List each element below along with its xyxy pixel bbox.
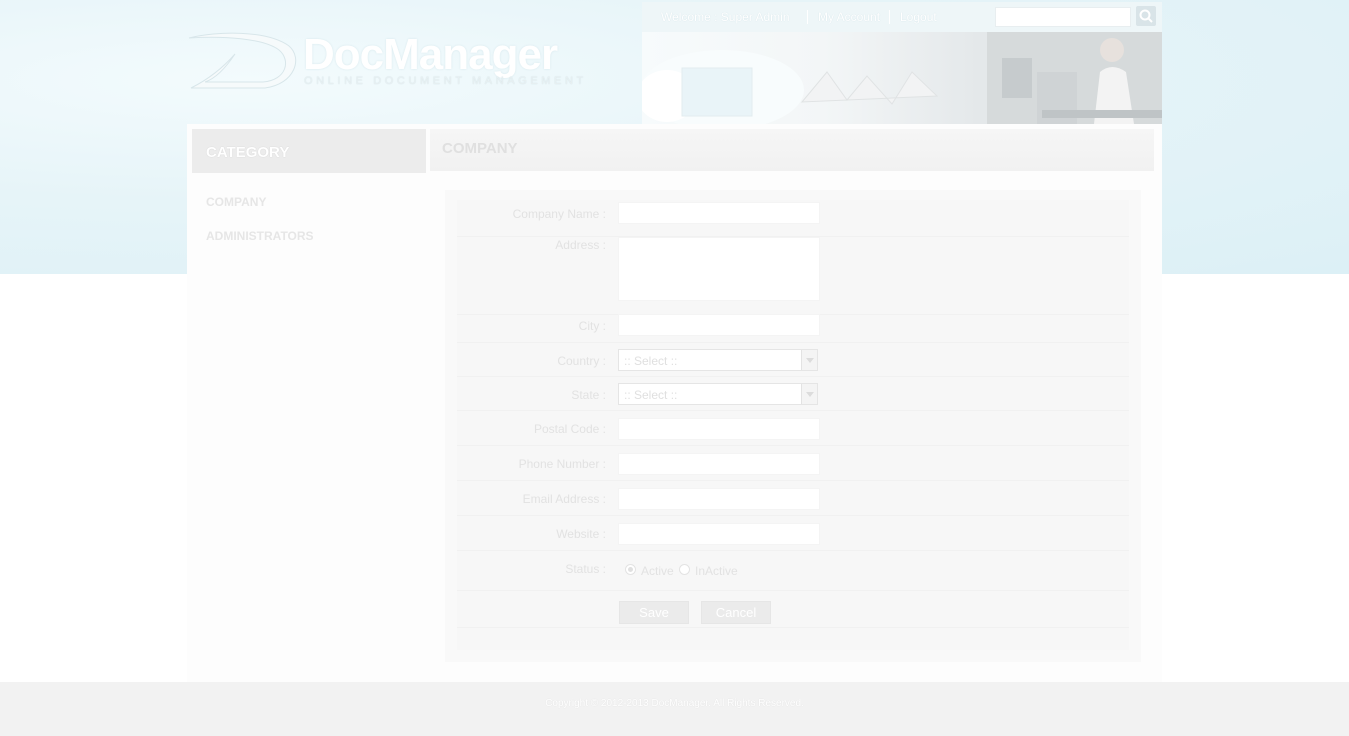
category-title: CATEGORY [206,144,290,161]
content-area: CATEGORY COMPANY ADMINISTRATORS COMPANY … [187,124,1162,682]
page-title: COMPANY [442,140,518,157]
city-label: City : [578,319,606,333]
status-inactive-label[interactable]: InActive [695,564,738,578]
search-icon [1139,9,1153,23]
postal-code-label: Postal Code : [533,422,606,436]
save-button[interactable]: Save [619,601,689,624]
country-select-value: :: Select :: [624,354,678,368]
link-separator [807,10,808,24]
address-label: Address : [555,238,606,252]
search-button[interactable] [1136,6,1156,26]
company-name-field[interactable] [618,202,820,224]
cancel-button[interactable]: Cancel [701,601,771,624]
phone-number-label: Phone Number : [518,457,606,471]
email-address-field[interactable] [618,488,820,510]
row-divider [457,590,1129,591]
row-divider [457,342,1129,343]
banner-illustration [642,32,1162,124]
country-select[interactable]: :: Select :: [618,349,818,371]
state-select[interactable]: :: Select :: [618,383,818,405]
row-divider [457,550,1129,551]
row-divider [457,376,1129,377]
sidebar-item-company[interactable]: COMPANY [206,195,266,209]
status-active-radio[interactable] [625,564,636,575]
welcome-text: Welcome : Super Admin [661,10,790,24]
status-inactive-radio[interactable] [679,564,690,575]
postal-code-field[interactable] [618,418,820,440]
row-divider [457,627,1129,628]
sidebar-item-administrators[interactable]: ADMINISTRATORS [206,229,314,243]
phone-number-field[interactable] [618,453,820,475]
copyright-text: Copyright © 2012-2013 DocManager. All Ri… [545,698,804,709]
header-banner-image [642,32,1162,124]
logo-subtitle: ONLINE DOCUMENT MANAGEMENT [304,75,587,87]
chevron-down-icon [801,350,817,370]
chevron-down-icon [801,384,817,404]
row-divider [457,445,1129,446]
country-label: Country : [557,354,606,368]
status-label: Status : [565,562,606,576]
address-textarea[interactable] [618,237,820,301]
footer: Copyright © 2012-2013 DocManager. All Ri… [0,682,1349,736]
email-address-label: Email Address : [522,492,606,506]
page-container: Welcome : Super Admin My Account Logout … [187,0,1162,682]
logo: DocManager ONLINE DOCUMENT MANAGEMENT [187,30,587,92]
website-label: Website : [556,527,606,541]
state-select-value: :: Select :: [624,388,678,402]
row-divider [457,480,1129,481]
website-field[interactable] [618,523,820,545]
status-active-label[interactable]: Active [641,564,674,578]
city-field[interactable] [618,314,820,336]
company-name-label: Company Name : [512,207,606,221]
link-separator [889,10,890,24]
row-divider [457,515,1129,516]
section-header: COMPANY [430,129,1154,171]
state-label: State : [571,388,606,402]
logo-title: DocManager [303,30,558,79]
category-header: CATEGORY [192,129,426,173]
search-input[interactable] [995,7,1131,27]
my-account-link[interactable]: My Account [818,10,880,24]
logout-link[interactable]: Logout [900,10,937,24]
top-bar: Welcome : Super Admin My Account Logout [642,2,1162,32]
logo-d-icon [188,32,297,89]
row-divider [457,410,1129,411]
